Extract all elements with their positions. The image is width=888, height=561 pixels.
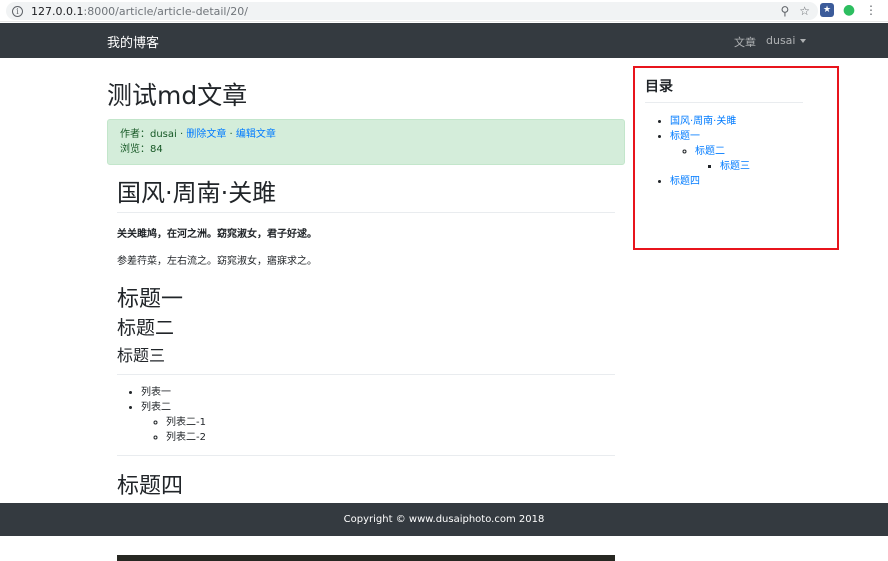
caret-down-icon: [800, 39, 807, 43]
site-footer: Copyright © www.dusaiphoto.com 2018: [0, 503, 888, 536]
list-item: 列表二 列表二-1 列表二-2: [141, 400, 615, 445]
toc-link[interactable]: 标题三: [720, 161, 750, 172]
divider: [645, 102, 803, 103]
toc-link[interactable]: 标题一: [670, 131, 700, 142]
toc-sublist: 标题三: [695, 159, 750, 174]
heading-four: 标题四: [117, 474, 184, 499]
heading-three: 标题三: [117, 342, 615, 375]
code-block: [117, 555, 615, 561]
nav-links: 文章 dusai: [734, 34, 807, 50]
article-title: 测试md文章: [107, 81, 248, 110]
star-icon[interactable]: ☆: [799, 4, 810, 18]
menu-icon[interactable]: ⋮: [864, 3, 878, 17]
address-bar-actions: ⚲ ☆: [780, 4, 810, 18]
nav-articles-link[interactable]: 文章: [734, 34, 756, 50]
user-dropdown[interactable]: dusai: [766, 34, 807, 50]
info-icon[interactable]: i: [12, 5, 23, 17]
user-name: dusai: [766, 34, 796, 47]
article-meta: 作者：dusai · 删除文章 · 编辑文章 浏览：84: [107, 119, 625, 165]
toc-link[interactable]: 标题四: [670, 176, 700, 187]
heading-h1: 国风·周南·关雎: [117, 173, 615, 213]
paragraph: 参差荇菜，左右流之。窈窕淑女，寤寐求之。: [117, 256, 317, 267]
toc-sublist: 标题二 标题三: [670, 144, 750, 174]
author-label: 作者：dusai: [120, 129, 177, 140]
toc-item: 标题一 标题二 标题三: [670, 129, 750, 174]
article-body: 国风·周南·关雎 关关雎鸠，在河之洲。窈窕淑女，君子好逑。 参差荇菜，左右流之。…: [117, 173, 615, 500]
toc-title: 目录: [645, 79, 673, 95]
toc-panel: 目录 国风·周南·关雎 标题一 标题二 标题三 标题四: [633, 66, 839, 250]
zoom-icon[interactable]: ⚲: [780, 4, 789, 18]
heading-two: 标题二: [117, 317, 175, 339]
paragraph-bold: 关关雎鸠，在河之洲。窈窕淑女，君子好逑。: [117, 229, 317, 240]
evernote-icon[interactable]: ●: [842, 3, 856, 17]
toc-link[interactable]: 标题二: [695, 146, 725, 157]
brand-link[interactable]: 我的博客: [107, 32, 159, 51]
extension-icon[interactable]: ★: [820, 3, 834, 17]
sub-list: 列表二-1 列表二-2: [141, 415, 615, 445]
meta-sep: ·: [226, 129, 236, 140]
divider: [117, 455, 615, 456]
views-count: 浏览：84: [120, 144, 163, 155]
extensions: ★ ● ⋮: [820, 3, 878, 17]
toc-list: 国风·周南·关雎 标题一 标题二 标题三 标题四: [670, 114, 750, 189]
heading-one: 标题一: [117, 287, 184, 312]
toc-item: 标题四: [670, 174, 750, 189]
edit-article-link[interactable]: 编辑文章: [236, 129, 276, 140]
address-bar[interactable]: i 127.0.0.1:8000/article/article-detail/…: [6, 2, 818, 20]
delete-article-link[interactable]: 删除文章: [186, 129, 226, 140]
bullet-list: 列表一 列表二 列表二-1 列表二-2: [117, 385, 615, 445]
list-item: 列表二-2: [166, 430, 615, 445]
toc-item: 国风·周南·关雎: [670, 114, 750, 129]
toc-item: 标题二 标题三: [695, 144, 750, 174]
browser-bar: i 127.0.0.1:8000/article/article-detail/…: [0, 0, 888, 22]
meta-sep: ·: [176, 129, 187, 140]
toc-link[interactable]: 国风·周南·关雎: [670, 116, 736, 127]
list-item: 列表一: [141, 385, 615, 400]
list-item: 列表二-1: [166, 415, 615, 430]
site-navbar: 我的博客 文章 dusai: [0, 23, 888, 58]
toc-item: 标题三: [720, 159, 750, 174]
url-text[interactable]: 127.0.0.1:8000/article/article-detail/20…: [31, 5, 248, 18]
